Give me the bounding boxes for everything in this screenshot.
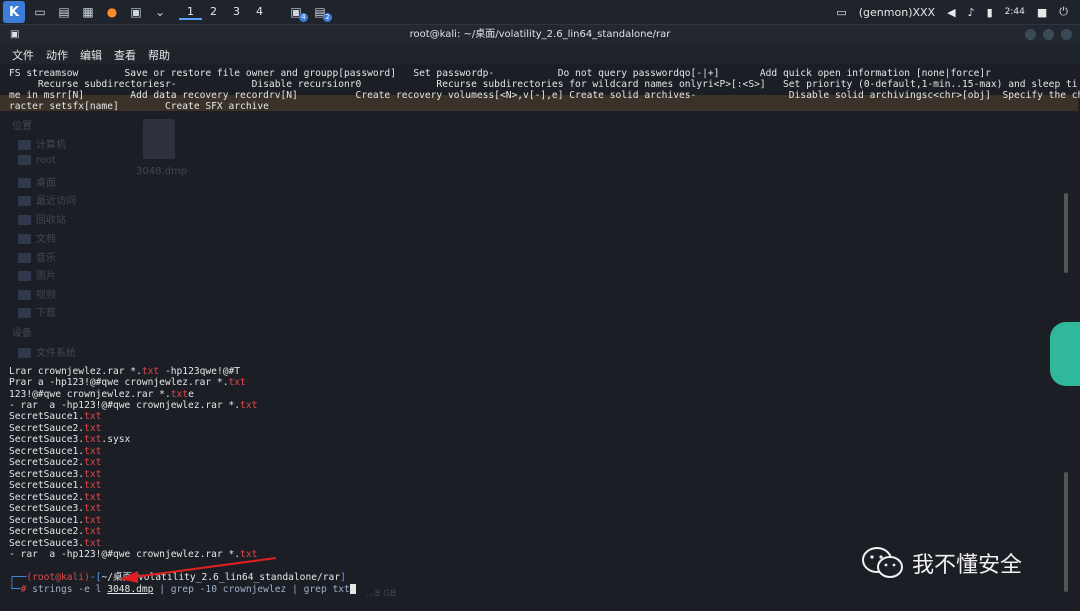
drive-icon: [18, 348, 31, 358]
terminal-window-icon[interactable]: ▣ 4: [287, 4, 308, 22]
sidebar-place-videos: 视频: [18, 286, 56, 301]
folder-icon: [18, 253, 31, 263]
sidebar-place-music: 音乐: [18, 249, 56, 264]
sidebar-device-filesystem: 文件系统: [18, 344, 76, 359]
output-line: SecretSauce2.txt: [9, 457, 102, 468]
folder-icon: [18, 271, 31, 281]
menu-help[interactable]: 帮助: [148, 47, 170, 63]
help-line: Recurse subdirectoriesr- Disable recursi…: [9, 79, 1078, 90]
output-line: SecretSauce3.txt: [9, 469, 102, 480]
close-button[interactable]: [1061, 29, 1072, 40]
workspace-4[interactable]: 4: [248, 5, 271, 20]
menu-edit[interactable]: 编辑: [80, 47, 102, 63]
mascot-sticker: [1050, 322, 1080, 386]
notification-bell-icon[interactable]: ♪: [968, 6, 975, 19]
sidebar-place-documents: 文档: [18, 230, 56, 245]
output-line: SecretSauce1.txt: [9, 446, 102, 457]
minimize-button[interactable]: [1025, 29, 1036, 40]
output-line: - rar a -hp123!@#qwe crownjewlez.rar *.t…: [9, 400, 258, 411]
menu-bar: 文件 动作 编辑 查看 帮助: [0, 45, 1080, 64]
window-titlebar[interactable]: ▣ root@kali: ~/桌面/volatility_2.6_lin64_s…: [0, 25, 1080, 45]
files-window-icon[interactable]: ▤ 2: [311, 4, 332, 22]
menu-file[interactable]: 文件: [12, 47, 34, 63]
menu-view[interactable]: 查看: [114, 47, 136, 63]
output-line: Lrar crownjewlez.rar *.txt -hp123qwe!@#T: [9, 366, 241, 377]
trash-icon: [18, 215, 31, 225]
folder-icon: [18, 290, 31, 300]
output-line: SecretSauce3.txt: [9, 538, 102, 549]
watermark: 我不懂安全: [862, 546, 1022, 580]
chevron-down-icon[interactable]: ⌄: [151, 4, 169, 20]
output-line: SecretSauce3.txt: [9, 503, 102, 514]
lock-icon[interactable]: ■: [1037, 6, 1047, 19]
terminal-output[interactable]: 位置 计算机 root 桌面 最近访问 回收站 文档 音乐 图片 视频 下载 设…: [0, 64, 1080, 611]
sidebar-place-recent: 最近访问: [18, 192, 76, 207]
file-icon-label: 3048.dmp: [136, 166, 188, 177]
firefox-icon[interactable]: ●: [103, 4, 121, 20]
volume-icon[interactable]: ◀: [947, 6, 955, 19]
sidebar-place-downloads: 下载: [18, 304, 56, 319]
text-cursor: [349, 584, 356, 594]
output-line: SecretSauce1.txt: [9, 515, 102, 526]
power-icon[interactable]: ⏻: [1059, 5, 1068, 19]
output-line: SecretSauce3.txt.sysx: [9, 434, 131, 445]
output-line: SecretSauce2.txt: [9, 526, 102, 537]
desktop-icon[interactable]: ▭: [31, 4, 49, 20]
sidebar-place-computer: 计算机: [18, 136, 66, 151]
taskbar: K ▭ ▤ ▦ ● ▣ ⌄ 1 2 3 4 ▣ 4 ▤ 2 ▭ (genmon)XX…: [0, 0, 1080, 25]
output-line: SecretSauce1.txt: [9, 480, 102, 491]
file-icon: [143, 119, 175, 159]
file-manager-icon[interactable]: ▤: [55, 4, 73, 20]
terminal-icon[interactable]: ▣: [127, 4, 145, 20]
disk-usage-label: ...8 GB: [366, 589, 397, 599]
annotation-arrow: [120, 557, 277, 583]
window-count-badge: 4: [299, 13, 308, 22]
output-line: 123!@#qwe crownjewlez.rar *.txte: [9, 389, 194, 400]
devices-title: 设备: [12, 328, 32, 339]
output-line: Prar a -hp123!@#qwe crownjewlez.rar *.tx…: [9, 377, 246, 388]
kali-menu-icon[interactable]: K: [3, 1, 25, 23]
menu-action[interactable]: 动作: [46, 47, 68, 63]
battery-icon[interactable]: ▮: [987, 6, 993, 19]
genmon-label[interactable]: (genmon)XXX: [859, 6, 935, 19]
window-title: root@kali: ~/桌面/volatility_2.6_lin64_sta…: [409, 29, 671, 40]
system-tray: ▭ (genmon)XXX ◀ ♪ ▮ 2:44 ■ ⏻: [836, 0, 1080, 24]
screen-icon[interactable]: ▭: [836, 6, 846, 19]
terminal-app-icon: ▣: [10, 29, 20, 40]
window-count-badge: 2: [323, 13, 332, 22]
workspace-2[interactable]: 2: [202, 5, 225, 20]
computer-icon: [18, 140, 31, 150]
recent-icon: [18, 196, 31, 206]
wechat-icon: [862, 547, 903, 578]
clock[interactable]: 2:44: [1005, 7, 1025, 17]
watermark-text: 我不懂安全: [912, 553, 1023, 578]
workspace-3[interactable]: 3: [225, 5, 248, 20]
workspace-1[interactable]: 1: [179, 5, 202, 20]
scrollbar[interactable]: [1064, 193, 1068, 273]
folder-icon: [18, 308, 31, 318]
folder-icon: [18, 155, 31, 165]
folder-icon: [18, 178, 31, 188]
sidebar-place-desktop: 桌面: [18, 174, 56, 189]
folder-icon: [18, 234, 31, 244]
scrollbar[interactable]: [1064, 472, 1068, 592]
places-title: 位置: [12, 121, 32, 132]
help-line: me in msrr[N] Add data recovery recordrv…: [9, 90, 1080, 101]
sidebar-place-trash: 回收站: [18, 211, 66, 226]
output-line: SecretSauce1.txt: [9, 411, 102, 422]
text-editor-icon[interactable]: ▦: [79, 4, 97, 20]
sidebar-place-root: root: [18, 155, 56, 166]
workspace-switcher: 1 2 3 4: [179, 5, 271, 20]
help-line: FS streamsow Save or restore file owner …: [9, 68, 991, 79]
help-line: racter setsfx[name] Create SFX archive: [9, 101, 269, 112]
output-line: SecretSauce2.txt: [9, 423, 102, 434]
output-line: SecretSauce2.txt: [9, 492, 102, 503]
sidebar-place-pictures: 图片: [18, 267, 56, 282]
maximize-button[interactable]: [1043, 29, 1054, 40]
